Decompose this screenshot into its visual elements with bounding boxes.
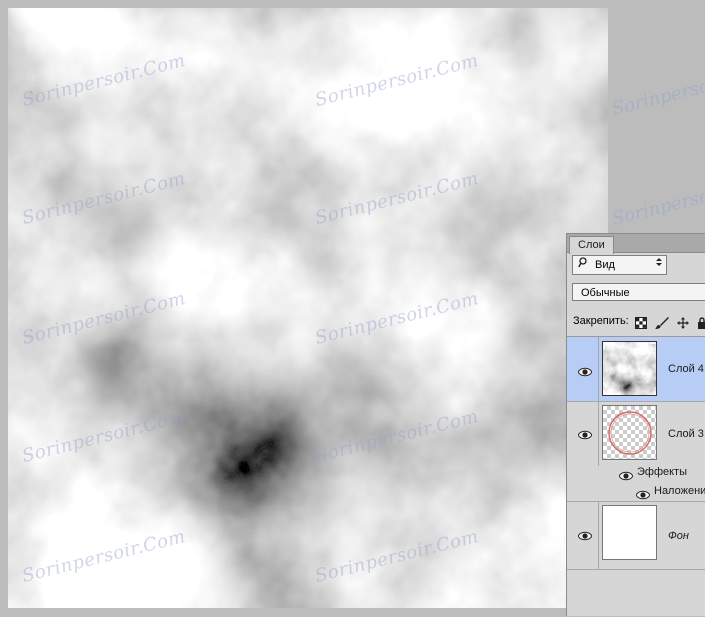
lock-all-icon[interactable] (698, 315, 705, 329)
eye-icon[interactable] (577, 528, 593, 541)
lock-brush-icon[interactable] (655, 315, 669, 329)
lock-transparent-icon[interactable] (635, 315, 647, 329)
eye-icon[interactable] (618, 468, 634, 481)
layer-row-3[interactable]: Слой 3 Эффекты Наложение (567, 402, 705, 502)
lock-move-icon[interactable] (677, 315, 689, 329)
tab-layers[interactable]: Слои (569, 236, 614, 254)
divider (598, 502, 599, 570)
layer-thumbnail-transparent (602, 405, 657, 460)
divider (598, 337, 599, 402)
search-icon (578, 256, 587, 274)
watermark-text: Sorinpersoir.Com (609, 170, 705, 231)
effect-name[interactable]: Наложение (654, 485, 705, 497)
layer-row-4[interactable]: Слой 4 (567, 337, 705, 402)
eye-icon[interactable] (635, 487, 651, 500)
lock-row: Закрепить: (567, 310, 705, 332)
layer-name: Слой 4 (668, 363, 704, 375)
filter-label: Вид (595, 259, 615, 271)
document-canvas[interactable]: Sorinpersoir.Com Sorinpersoir.Com Sorinp… (8, 8, 608, 608)
effects-label[interactable]: Эффекты (637, 466, 687, 478)
layer-thumbnail-white (602, 505, 657, 560)
dropdown-arrow-icon (656, 256, 662, 274)
layer-row-background[interactable]: Фон (567, 502, 705, 570)
layer-name: Фон (668, 530, 689, 542)
divider (598, 402, 599, 466)
eye-icon[interactable] (577, 427, 593, 440)
layers-list: Слой 4 Слой 3 Эффекты Наложение (567, 336, 705, 617)
eye-icon[interactable] (577, 364, 593, 377)
watermark-text: Sorinpersoir.Com (609, 60, 705, 121)
layer-thumbnail-clouds (602, 341, 657, 396)
lock-label: Закрепить: (573, 315, 629, 327)
panel-tab-bar: Слои (567, 234, 705, 254)
layer-filter-select[interactable]: Вид (572, 255, 667, 275)
clouds-image (8, 8, 608, 608)
blend-mode-select[interactable]: Обычные (572, 283, 705, 301)
layer-name: Слой 3 (668, 428, 704, 440)
layers-panel: Слои Вид Обычные Закрепить: Слой 4 Слой … (566, 233, 705, 616)
